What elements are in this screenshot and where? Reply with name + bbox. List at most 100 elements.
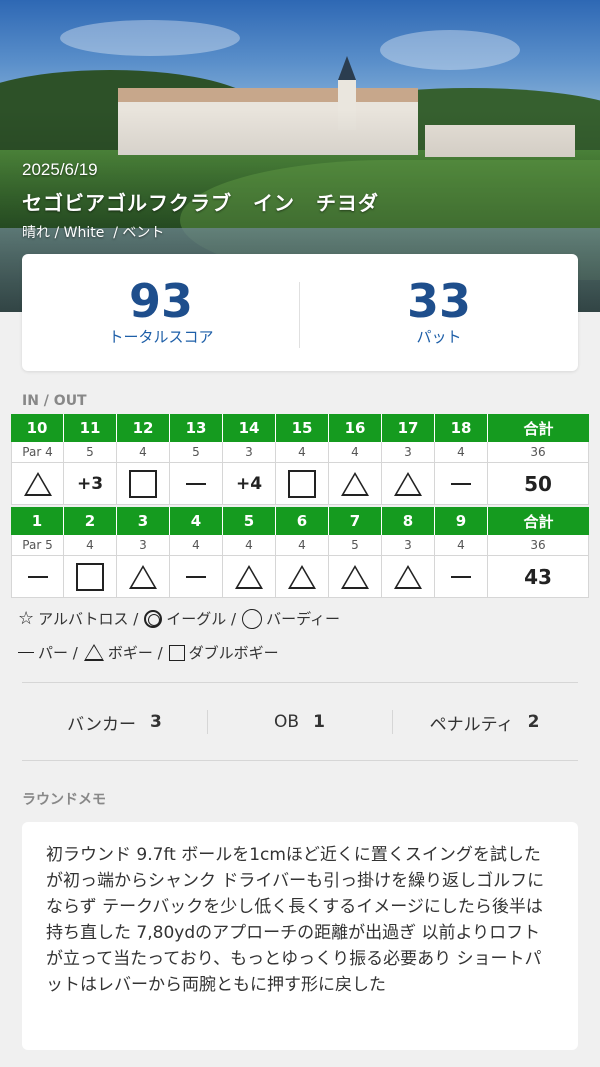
score-summary-card: 93 トータルスコア 33 パット — [22, 254, 578, 371]
hole-score — [11, 556, 64, 598]
stat-penalty-label: ペナルティ — [429, 714, 514, 735]
score-row: 43 — [11, 556, 589, 598]
hole-score — [329, 556, 382, 598]
legend-row-1: ☆ アルバトロス / イーグル / バーディー — [18, 608, 346, 629]
hole-score — [329, 463, 382, 505]
hole-number: 9 — [435, 507, 488, 535]
score-total: 50 — [488, 463, 589, 505]
score-row: +3 +4 50 — [11, 463, 589, 505]
hole-number: 11 — [64, 414, 117, 442]
triangle-icon — [83, 644, 104, 661]
star-icon: ☆ — [18, 607, 35, 629]
hole-number: 7 — [329, 507, 382, 535]
hole-score: +3 — [64, 463, 117, 505]
memo-text: 初ラウンド 9.7ft ボールを1cmほど近くに置くスイングを試したが初っ端から… — [46, 845, 545, 995]
hole-number: 3 — [117, 507, 170, 535]
legend-row-2: パー / ボギー / ダブルボギー — [18, 642, 285, 663]
hole-score — [435, 556, 488, 598]
legend-eagle: イーグル / — [166, 610, 237, 628]
stat-ob: OB 1 — [207, 700, 392, 744]
hole-score — [382, 463, 435, 505]
hole-score — [64, 556, 117, 598]
double-bogey-square-icon — [76, 562, 104, 591]
par-dash-icon — [27, 575, 48, 578]
stat-ob-label: OB — [274, 712, 300, 732]
bogey-triangle-icon — [394, 564, 422, 589]
double-bogey-square-icon — [129, 469, 157, 498]
par-dash-icon — [186, 482, 206, 485]
circle-icon — [242, 608, 263, 629]
memo-title: ラウンドメモ — [22, 792, 106, 808]
hole-score — [435, 463, 488, 505]
stat-bunker-label: バンカー — [67, 714, 136, 735]
hole-par: 5 — [329, 535, 382, 556]
hole-score — [170, 556, 223, 598]
stat-ob-value: 1 — [313, 712, 325, 732]
total-header: 合計 — [488, 414, 589, 442]
bogey-triangle-icon — [341, 564, 369, 589]
stat-bunker: バンカー 3 — [22, 700, 207, 744]
double-circle-icon — [144, 609, 163, 628]
hole-number: 13 — [170, 414, 223, 442]
hole-par: 4 — [329, 442, 382, 463]
hole-par: 4 — [276, 535, 329, 556]
hole-par: 3 — [117, 535, 170, 556]
hole-number: 4 — [170, 507, 223, 535]
hole-par: Par 5 — [11, 535, 64, 556]
par-row: Par 5 4 3 4 4 4 5 3 4 36 — [11, 535, 589, 556]
hole-number-row: 1 2 3 4 5 6 7 8 9 合計 — [11, 507, 589, 535]
hole-score — [223, 556, 276, 598]
hole-number: 5 — [223, 507, 276, 535]
legend-par: パー / — [38, 644, 78, 662]
dash-icon — [18, 651, 34, 654]
hole-number: 10 — [11, 414, 64, 442]
putts-block: 33 パット — [300, 254, 578, 371]
hole-number: 14 — [223, 414, 276, 442]
scorecard-out: 1 2 3 4 5 6 7 8 9 合計 Par 5 4 3 4 4 4 5 3 4 36 43 — [11, 507, 589, 598]
hole-score — [117, 463, 170, 505]
par-dash-icon — [451, 482, 471, 485]
divider — [22, 760, 578, 761]
hole-score — [276, 463, 329, 505]
hole-number: 17 — [382, 414, 435, 442]
stat-penalty: ペナルティ 2 — [392, 700, 577, 744]
total-score-label: トータルスコア — [108, 328, 214, 346]
round-date: 2025/6/19 — [22, 160, 98, 179]
legend-double-bogey: ダブルボギー — [188, 644, 279, 662]
par-row: Par 4 5 4 5 3 4 4 3 4 36 — [11, 442, 589, 463]
bogey-triangle-icon — [235, 564, 263, 589]
round-stats: バンカー 3 OB 1 ペナルティ 2 — [22, 700, 578, 744]
hole-par: 4 — [117, 442, 170, 463]
par-total: 36 — [488, 535, 589, 556]
hole-par: 4 — [435, 442, 488, 463]
memo-card: 初ラウンド 9.7ft ボールを1cmほど近くに置くスイングを試したが初っ端から… — [22, 822, 578, 1050]
scorecard-title: IN / OUT — [22, 393, 87, 409]
bogey-triangle-icon — [129, 564, 157, 589]
hole-number: 15 — [276, 414, 329, 442]
hole-par: 3 — [382, 442, 435, 463]
hole-par: 3 — [382, 535, 435, 556]
hole-par: 3 — [223, 442, 276, 463]
legend-bogey: ボギー / — [107, 644, 163, 662]
hole-score — [382, 556, 435, 598]
putts-value: 33 — [406, 274, 471, 328]
hole-par: Par 4 — [11, 442, 64, 463]
hole-number: 12 — [117, 414, 170, 442]
scorecard-in: 10 11 12 13 14 15 16 17 18 合計 Par 4 5 4 5 3 4 4 3 4 36 +3 +4 5… — [11, 414, 589, 505]
hole-score: +4 — [223, 463, 276, 505]
hole-par: 4 — [435, 535, 488, 556]
hole-score — [117, 556, 170, 598]
round-conditions: 晴れ / White / ベント — [22, 225, 165, 241]
legend-birdie: バーディー — [266, 610, 341, 628]
hole-par: 4 — [276, 442, 329, 463]
par-total: 36 — [488, 442, 589, 463]
hole-number: 8 — [382, 507, 435, 535]
square-icon — [168, 644, 185, 661]
score-total: 43 — [488, 556, 589, 598]
bogey-triangle-icon — [23, 471, 52, 496]
hole-number: 16 — [329, 414, 382, 442]
hole-score — [11, 463, 64, 505]
hole-par: 4 — [64, 535, 117, 556]
hole-par: 4 — [223, 535, 276, 556]
putts-label: パット — [416, 328, 462, 346]
